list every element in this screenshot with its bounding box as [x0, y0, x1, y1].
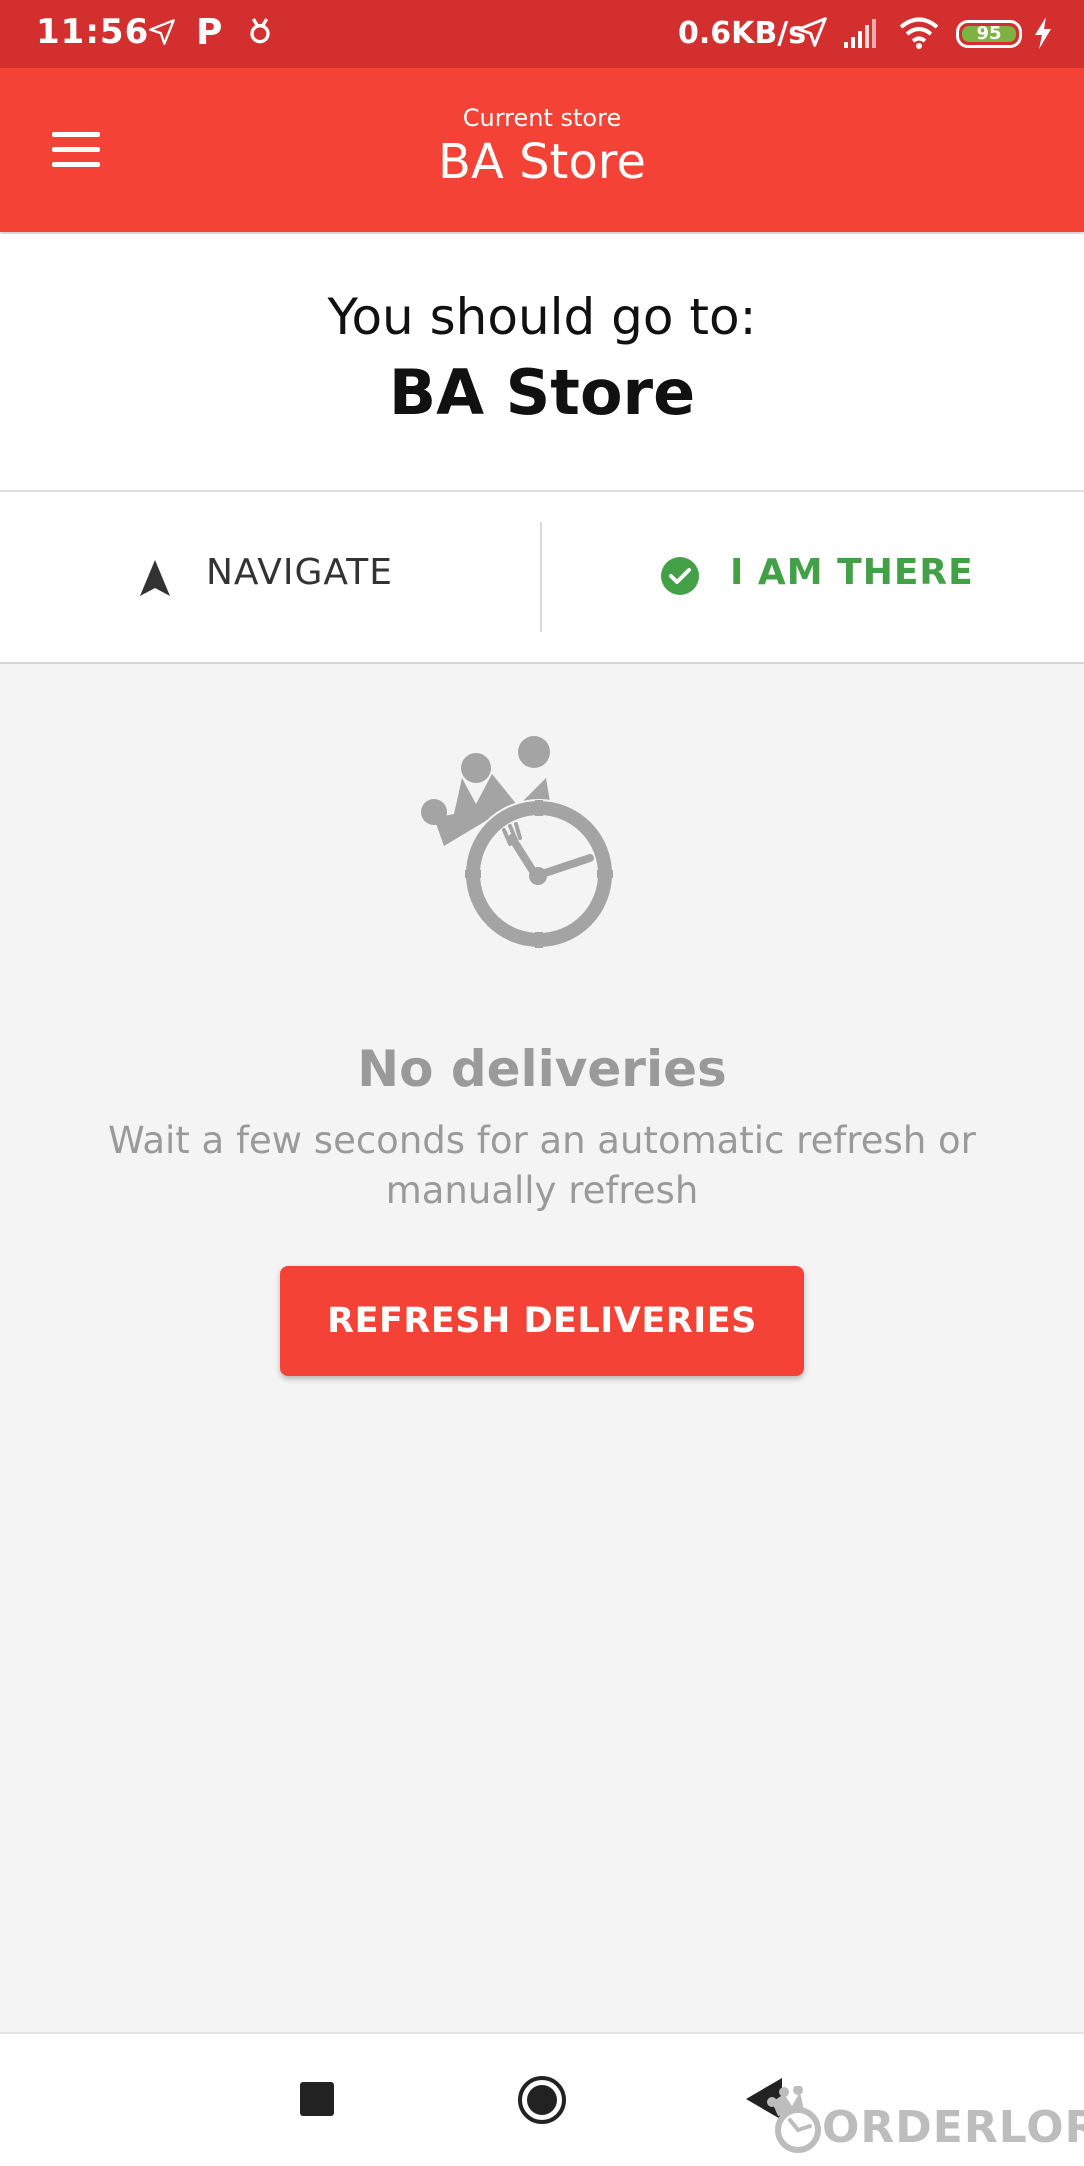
crown-clock-icon — [421, 736, 614, 949]
app-bar: Current store BA Store — [0, 68, 1084, 232]
navigation-arrow-icon — [140, 560, 170, 596]
action-row: NAVIGATE I AM THERE — [0, 492, 1084, 664]
empty-state-title: No deliveries — [357, 1040, 727, 1098]
watermark-text: ORDERLORD — [822, 2102, 1084, 2153]
wifi-icon — [899, 17, 939, 49]
navigate-button[interactable]: NAVIGATE — [0, 492, 540, 662]
current-store-title: BA Store — [438, 134, 646, 190]
battery-level: 95 — [976, 23, 1002, 44]
navigation-arrow-icon — [149, 19, 175, 45]
battery-icon: 95 — [956, 20, 1022, 48]
network-speed: 0.6KB/s — [678, 16, 807, 51]
signal-icon — [844, 19, 876, 48]
status-bar: 11:56 P 0.6KB/s 95 — [0, 0, 1084, 68]
destination-label: You should go to: — [327, 288, 757, 346]
refresh-deliveries-button[interactable]: REFRESH DELIVERIES — [280, 1266, 804, 1376]
bug-icon — [250, 18, 270, 44]
location-icon — [797, 17, 827, 47]
current-store-label: Current store — [462, 104, 622, 132]
i-am-there-label: I AM THERE — [730, 552, 974, 593]
destination-card: You should go to: BA Store — [0, 234, 1084, 492]
recents-square-icon[interactable] — [300, 2082, 334, 2116]
navigate-label: NAVIGATE — [206, 552, 393, 593]
orderlord-watermark: ORDERLORD — [764, 2078, 1084, 2164]
parking-icon: P — [196, 12, 223, 53]
destination-store-name: BA Store — [388, 356, 696, 429]
home-circle-icon[interactable] — [516, 2074, 568, 2126]
status-time: 11:56 — [36, 12, 150, 52]
i-am-there-button[interactable]: I AM THERE — [542, 492, 1084, 662]
charging-icon — [1035, 17, 1051, 49]
check-circle-icon — [661, 557, 699, 595]
crown-clock-icon — [767, 2086, 821, 2153]
empty-state-message: Wait a few seconds for an automatic refr… — [108, 1119, 976, 1212]
